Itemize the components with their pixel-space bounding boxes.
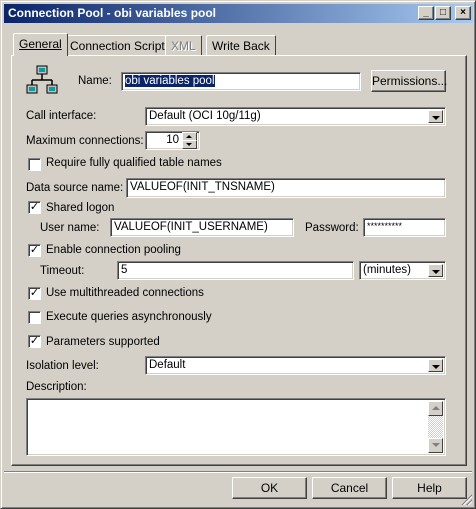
user-name-value: VALUEOF(INIT_USERNAME) [114, 221, 268, 233]
tab-xml[interactable]: XML [165, 35, 202, 55]
timeout-label: Timeout: [40, 265, 85, 277]
chevron-down-icon[interactable] [428, 110, 443, 123]
name-input-value: obi variables pool [125, 75, 215, 87]
multithreaded-label: Use multithreaded connections [46, 287, 204, 299]
spin-down-icon[interactable] [182, 140, 197, 149]
maximize-button[interactable]: □ [435, 6, 451, 20]
tab-connection-scripts-label: Connection Scripts [70, 39, 171, 53]
enable-pooling-checkbox[interactable]: ✓ [28, 244, 41, 257]
isolation-value: Default [149, 359, 186, 371]
timeout-value: 5 [121, 264, 128, 276]
chevron-down-icon[interactable] [428, 359, 443, 372]
require-fq-label: Require fully qualified table names [46, 157, 222, 169]
ok-button[interactable]: OK [232, 477, 307, 499]
name-label: Name: [78, 75, 112, 87]
help-button[interactable]: Help [392, 477, 467, 499]
close-button[interactable]: × [455, 6, 471, 20]
window-title: Connection Pool - obi variables pool [8, 6, 217, 20]
scrollbar-track[interactable] [428, 416, 443, 438]
shared-logon-checkbox[interactable]: ✓ [28, 201, 41, 214]
scroll-down-icon[interactable] [428, 438, 443, 453]
description-label: Description: [26, 381, 87, 393]
call-interface-label: Call interface: [26, 110, 97, 122]
chevron-down-icon[interactable] [428, 264, 443, 277]
call-interface-select[interactable]: Default (OCI 10g/11g) [145, 107, 446, 126]
connection-pool-dialog: Connection Pool - obi variables pool _ □… [0, 0, 476, 509]
network-icon [26, 65, 58, 94]
require-fq-checkbox[interactable] [28, 158, 41, 171]
password-label: Password: [305, 222, 359, 234]
isolation-label: Isolation level: [26, 360, 99, 372]
timeout-unit-value: (minutes) [363, 264, 411, 276]
password-input[interactable]: ********** [363, 218, 446, 237]
isolation-select[interactable]: Default [145, 356, 446, 375]
tab-write-back-label: Write Back [212, 39, 270, 53]
data-source-value: VALUEOF(INIT_TNSNAME) [130, 181, 275, 193]
shared-logon-label: Shared logon [46, 202, 115, 214]
data-source-input[interactable]: VALUEOF(INIT_TNSNAME) [126, 178, 446, 198]
name-input[interactable]: obi variables pool [121, 72, 361, 91]
tab-xml-label: XML [171, 39, 196, 53]
timeout-input[interactable]: 5 [117, 261, 354, 280]
tab-write-back[interactable]: Write Back [206, 35, 276, 55]
timeout-unit-select[interactable]: (minutes) [359, 261, 446, 280]
user-name-input[interactable]: VALUEOF(INIT_USERNAME) [110, 218, 294, 237]
minimize-button[interactable]: _ [418, 6, 434, 20]
async-label: Execute queries asynchronously [46, 311, 212, 323]
params-supported-checkbox[interactable]: ✓ [28, 335, 41, 348]
tab-general-label: General [19, 37, 62, 51]
resize-grip-icon[interactable] [460, 493, 472, 505]
description-textarea[interactable] [26, 398, 446, 456]
async-checkbox[interactable] [28, 311, 41, 324]
tab-connection-scripts[interactable]: Connection Scripts [64, 35, 177, 55]
data-source-label: Data source name: [26, 182, 124, 194]
call-interface-value: Default (OCI 10g/11g) [149, 110, 261, 122]
scroll-up-icon[interactable] [428, 401, 443, 416]
enable-pooling-label: Enable connection pooling [46, 244, 181, 256]
permissions-button[interactable]: Permissions... [371, 70, 447, 92]
footer-divider [4, 471, 472, 473]
params-supported-label: Parameters supported [46, 336, 160, 348]
title-bar[interactable]: Connection Pool - obi variables pool _ □… [4, 4, 473, 23]
password-value: ********** [367, 221, 403, 231]
tab-general[interactable]: General [13, 33, 68, 56]
multithreaded-checkbox[interactable]: ✓ [28, 287, 41, 300]
max-connections-label: Maximum connections: [26, 135, 144, 147]
max-connections-value: 10 [166, 134, 179, 146]
cancel-button[interactable]: Cancel [312, 477, 387, 499]
max-connections-stepper[interactable]: 10 [145, 131, 200, 150]
user-name-label: User name: [40, 222, 100, 234]
